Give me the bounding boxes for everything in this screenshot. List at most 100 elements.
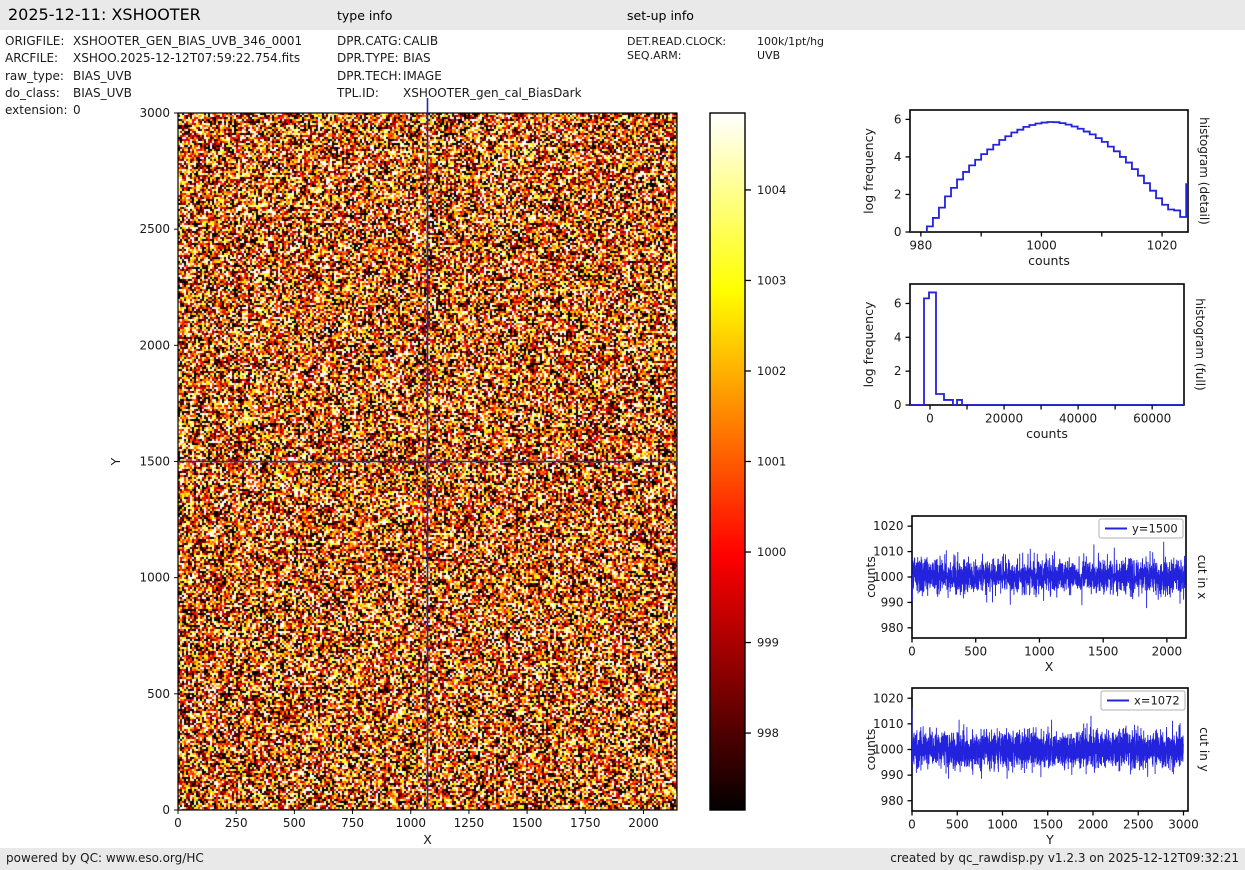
x-axis-label: counts (1026, 426, 1068, 441)
y-tick-label: 980 (881, 621, 904, 635)
y-tick-label: 990 (881, 595, 904, 609)
meta-value: BIAS_UVB (73, 86, 132, 100)
colorbar-tick-label: 1003 (757, 273, 786, 287)
axes-frame (910, 110, 1188, 232)
x-tick-label: 1020 (1147, 239, 1178, 253)
x-tick-label: 0 (908, 645, 916, 659)
page-title: 2025-12-11: XSHOOTER (8, 5, 201, 24)
colorbar-tick-label: 1002 (757, 364, 786, 378)
meta-value: CALIB (403, 34, 438, 48)
right-axis-label: cut in y (1197, 727, 1211, 772)
x-axis-label: X (423, 832, 432, 847)
y-tick-label: 1010 (873, 717, 904, 731)
meta-label: ORIGFILE: (5, 34, 64, 48)
y-tick-label: 4 (894, 150, 902, 164)
histogram-detail: 980100010200246countslog frequencyhistog… (861, 110, 1211, 268)
x-tick-label: 500 (283, 816, 306, 830)
meta-label: DPR.TECH: (337, 69, 402, 83)
right-axis-label: histogram (detail) (1197, 117, 1211, 225)
colorbar-tick-label: 998 (757, 726, 779, 740)
colorbar-frame (710, 113, 745, 810)
setup-info-section-label: set-up info (627, 8, 694, 23)
file-info-row: ORIGFILE:XSHOOTER_GEN_BIAS_UVB_346_0001 (5, 34, 64, 48)
y-tick-label: 2 (894, 364, 902, 378)
y-tick-label: 1000 (873, 743, 904, 757)
y-axis-label: counts (863, 729, 878, 771)
meta-label: do_class: (5, 86, 60, 100)
legend-box (1099, 519, 1183, 538)
legend-label: y=1500 (1132, 522, 1178, 536)
file-info-row: extension:0 (5, 103, 68, 117)
colorbar-tick-label: 1001 (757, 455, 786, 469)
type-info-row: DPR.TECH:IMAGE (337, 69, 402, 83)
meta-label: DPR.CATG: (337, 34, 402, 48)
meta-label: TPL.ID: (337, 86, 379, 100)
axes-frame (910, 284, 1184, 405)
type-info-section-label: type info (337, 8, 392, 23)
x-tick-label: 60000 (1133, 412, 1171, 426)
meta-label: SEQ.ARM: (627, 49, 681, 62)
y-tick-label: 1020 (873, 519, 904, 533)
x-tick-label: 2000 (1152, 645, 1183, 659)
x-tick-label: 3000 (1168, 818, 1199, 832)
setup-info-row: DET.READ.CLOCK:100k/1pt/hg (627, 35, 726, 48)
type-info-row: DPR.CATG:CALIB (337, 34, 402, 48)
y-axis-label: counts (863, 556, 878, 598)
y-tick-label: 980 (881, 794, 904, 808)
meta-value: XSHOOTER_GEN_BIAS_UVB_346_0001 (73, 34, 302, 48)
bias-frame-image (178, 113, 677, 810)
histogram-step-line (910, 122, 1192, 232)
colorbar-gradient (710, 113, 745, 810)
x-tick-label: 1750 (570, 816, 601, 830)
file-info-row: raw_type:BIAS_UVB (5, 69, 64, 83)
legend: x=1072 (1101, 691, 1185, 710)
x-tick-label: 750 (341, 816, 364, 830)
x-tick-label: 1000 (1024, 645, 1055, 659)
x-axis-label: Y (1045, 832, 1054, 847)
meta-value: 0 (73, 103, 81, 117)
cut-line (912, 709, 1183, 779)
x-tick-label: 0 (908, 818, 916, 832)
meta-value: UVB (757, 49, 780, 62)
file-info-row: do_class:BIAS_UVB (5, 86, 60, 100)
x-tick-label: 500 (946, 818, 969, 832)
meta-label: DET.READ.CLOCK: (627, 35, 726, 48)
x-tick-label: 0 (174, 816, 182, 830)
x-tick-label: 1500 (1088, 645, 1119, 659)
x-tick-label: 0 (926, 412, 934, 426)
cut-in-y: 0500100015002000250030009809901000101010… (863, 688, 1211, 847)
legend-box (1101, 691, 1185, 710)
x-tick-label: 1000 (1026, 239, 1057, 253)
x-tick-label: 20000 (985, 412, 1023, 426)
meta-value: IMAGE (403, 69, 442, 83)
y-tick-label: 1000 (873, 570, 904, 584)
cut-line (912, 542, 1185, 608)
x-axis-label: counts (1028, 253, 1070, 268)
y-tick-label: 1500 (139, 455, 170, 469)
y-tick-label: 0 (894, 225, 902, 239)
meta-value: BIAS_UVB (73, 69, 132, 83)
x-tick-label: 1250 (454, 816, 485, 830)
x-tick-label: 250 (225, 816, 248, 830)
x-tick-label: 980 (909, 239, 932, 253)
right-axis-label: cut in x (1195, 555, 1209, 600)
y-tick-label: 6 (894, 112, 902, 126)
y-tick-label: 500 (147, 687, 170, 701)
legend: y=1500 (1099, 519, 1183, 538)
x-tick-label: 500 (964, 645, 987, 659)
legend-label: x=1072 (1134, 694, 1180, 708)
y-tick-label: 0 (162, 803, 170, 817)
x-tick-label: 40000 (1059, 412, 1097, 426)
footer-credit-left: powered by QC: www.eso.org/HC (6, 851, 204, 865)
cut-in-x: 0 500 1000 1500 2000 980 990 1000 1010 1020 Xcount… (863, 516, 1209, 674)
meta-value: BIAS (403, 51, 431, 65)
y-tick-label: 1010 (873, 545, 904, 559)
x-axis-label: X (1045, 659, 1054, 674)
y-tick-label: 0 (894, 398, 902, 412)
x-tick-label: 1500 (512, 816, 543, 830)
axes-frame (912, 688, 1188, 811)
meta-label: ARCFILE: (5, 51, 58, 65)
x-tick-label: 2000 (1078, 818, 1109, 832)
y-tick-label: 4 (894, 330, 902, 344)
y-tick-label: 2 (894, 187, 902, 201)
